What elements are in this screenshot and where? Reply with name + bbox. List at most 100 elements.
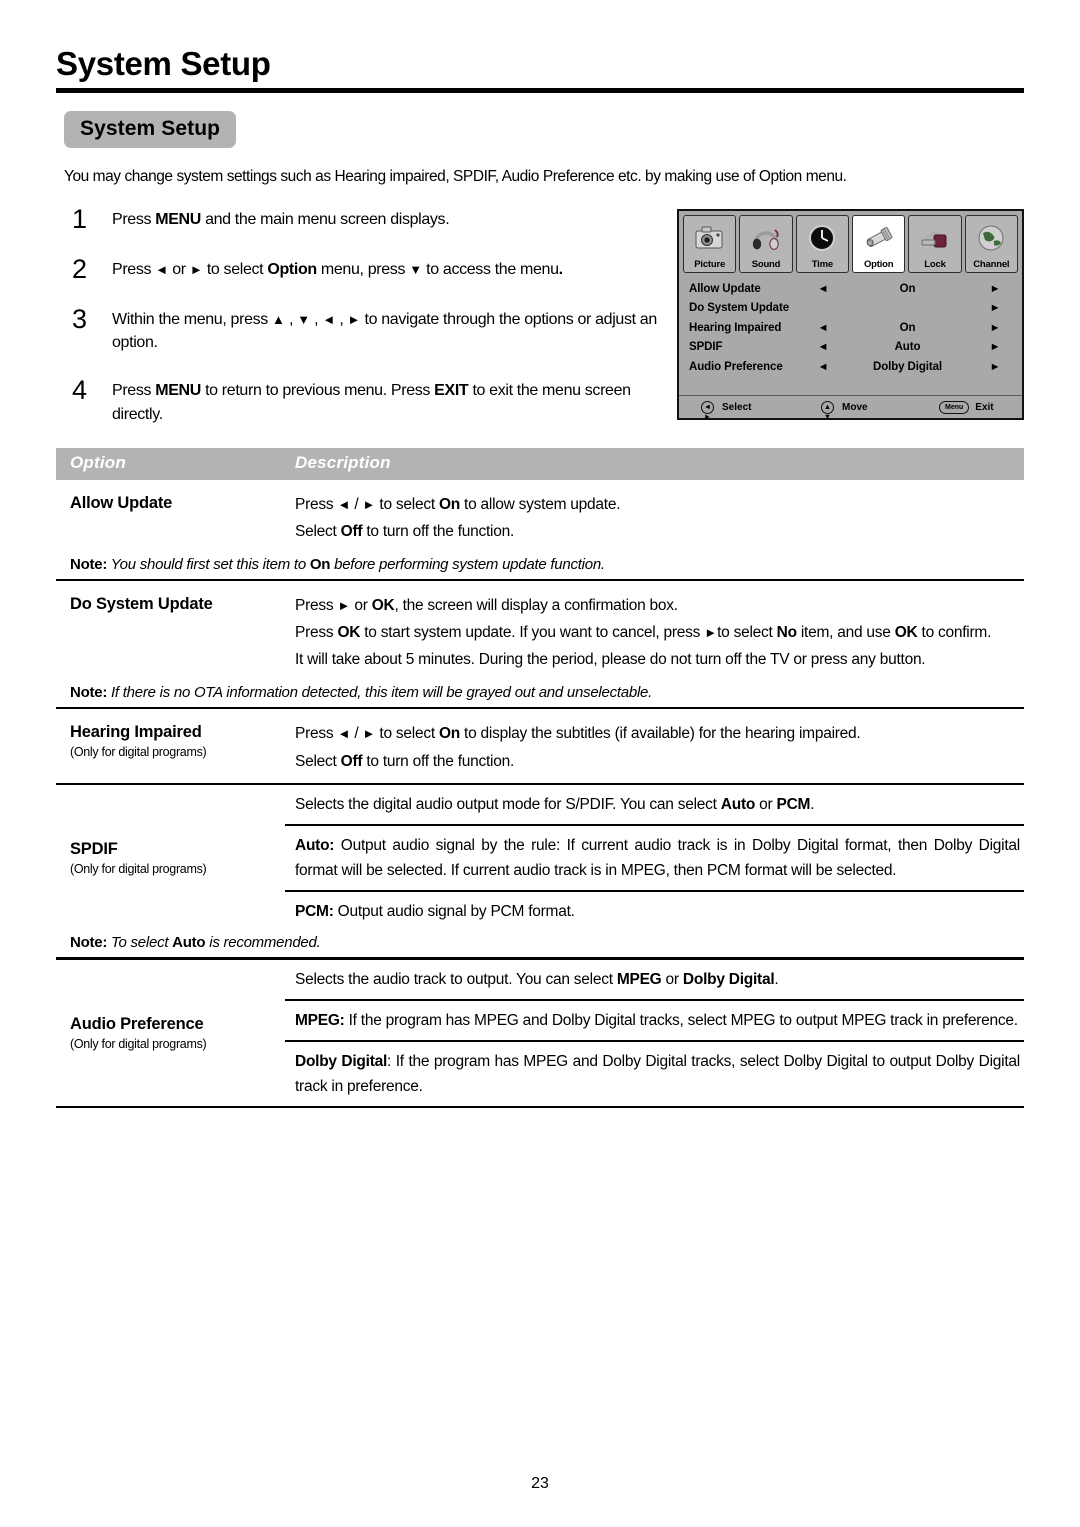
- page-number: 23: [531, 1475, 549, 1492]
- description-subrow: Selects the audio track to output. You c…: [285, 960, 1024, 1000]
- option-name: Hearing Impaired: [70, 723, 202, 742]
- page-title: System Setup: [56, 45, 271, 82]
- left-arrow-icon[interactable]: ◄: [809, 322, 837, 334]
- osd-tab-time[interactable]: Time: [795, 215, 849, 274]
- osd-footer-bar: ◄ ► Select ▲ ▼ Move Menu Exit: [679, 395, 1022, 421]
- description-subtable: Selects the digital audio output mode fo…: [285, 785, 1024, 932]
- left-arrow-icon[interactable]: ◄: [809, 283, 837, 295]
- right-arrow-icon[interactable]: ►: [978, 361, 1012, 373]
- description-line: Press ► or OK, the screen will display a…: [295, 597, 678, 615]
- table-note-row: Note: To select Auto is recommended.: [56, 931, 1024, 957]
- steps-and-osd: 1 Press MENU and the main menu screen di…: [56, 205, 1024, 426]
- row-divider: [56, 1105, 1024, 1109]
- steps-list: 1 Press MENU and the main menu screen di…: [56, 205, 672, 426]
- description-cell: Press ◄ / ► to select On to allow system…: [285, 480, 1024, 553]
- table-row: Do System Update Press ► or OK, the scre…: [56, 580, 1024, 681]
- osd-row-hearing-impaired[interactable]: Hearing Impaired ◄ On ►: [689, 318, 1012, 338]
- description-line: Selects the audio track to output. You c…: [295, 971, 779, 989]
- intro-paragraph: You may change system settings such as H…: [64, 167, 847, 185]
- description-subrow: PCM: Output audio signal by PCM format.: [285, 889, 1024, 932]
- section-heading-chip: System Setup: [64, 110, 237, 148]
- step-number: 2: [72, 254, 88, 285]
- step-item: 2 Press ◄ or ► to select Option menu, pr…: [72, 255, 672, 283]
- description-subrow: Dolby Digital: If the program has MPEG a…: [285, 1040, 1024, 1107]
- osd-footer-select-label: Select: [722, 401, 752, 413]
- description-cell: Press ◄ / ► to select On to display the …: [285, 708, 1024, 782]
- step-item: 1 Press MENU and the main menu screen di…: [72, 205, 672, 233]
- description-line: Dolby Digital: If the program has MPEG a…: [285, 1040, 1024, 1107]
- manual-page: System Setup System Setup You may change…: [0, 0, 1080, 1527]
- option-name: SPDIF: [70, 839, 118, 858]
- osd-footer-select: ◄ ► Select: [701, 400, 821, 421]
- note-text: Note: If there is no OTA information det…: [70, 684, 653, 702]
- step-text: Within the menu, press ▲ , ▼ , ◄ , ► to …: [112, 311, 657, 352]
- step-item: 4 Press MENU to return to previous menu.…: [72, 376, 672, 425]
- description-line: Auto: Output audio signal by the rule: I…: [285, 823, 1024, 891]
- osd-tab-lock[interactable]: Lock: [908, 215, 962, 274]
- right-arrow-icon[interactable]: ►: [978, 322, 1012, 334]
- osd-tab-option[interactable]: Option: [851, 215, 906, 274]
- osd-row-allow-update[interactable]: Allow Update ◄ On ►: [689, 279, 1012, 299]
- option-name: Audio Preference: [70, 1015, 204, 1034]
- description-line: PCM: Output audio signal by PCM format.: [285, 889, 1024, 932]
- description-cell: Selects the audio track to output. You c…: [285, 959, 1024, 1107]
- option-cell: SPDIF (Only for digital programs): [56, 784, 285, 931]
- osd-tab-label: Lock: [924, 258, 946, 270]
- tools-icon: [853, 216, 904, 260]
- step-text: Press ◄ or ► to select Option menu, pres…: [112, 261, 563, 279]
- menu-key-icon: Menu: [939, 400, 970, 414]
- osd-tab-channel[interactable]: Channel: [964, 215, 1018, 274]
- section-chip-wrap: System Setup: [56, 110, 1024, 148]
- table-note-row: Note: You should first set this item to …: [56, 553, 1024, 579]
- description-line: Press ◄ / ► to select On to allow system…: [295, 495, 621, 513]
- osd-row-value: On: [899, 282, 916, 295]
- description-cell: Press ► or OK, the screen will display a…: [285, 580, 1024, 681]
- description-line: Select Off to turn off the function.: [295, 522, 515, 540]
- headphones-icon: [740, 216, 791, 260]
- osd-row-label: Hearing Impaired: [689, 321, 782, 334]
- page-header: System Setup: [56, 0, 1024, 93]
- option-cell: Allow Update: [56, 480, 285, 553]
- column-header-option: Option: [70, 452, 126, 472]
- globe-icon: [966, 216, 1017, 260]
- column-header-description: Description: [295, 452, 391, 472]
- osd-footer-exit: Menu Exit: [939, 400, 994, 414]
- clock-icon: [797, 216, 848, 260]
- description-line: It will take about 5 minutes. During the…: [295, 651, 926, 669]
- option-cell: Do System Update: [56, 580, 285, 681]
- left-arrow-icon[interactable]: ◄: [809, 361, 837, 373]
- options-table-wrap: Option Description Allow Update Press ◄ …: [56, 447, 1024, 1109]
- table-row: SPDIF (Only for digital programs) Select…: [56, 784, 1024, 932]
- osd-row-label: SPDIF: [689, 341, 723, 354]
- option-subnote: (Only for digital programs): [70, 745, 207, 760]
- osd-footer-exit-label: Exit: [975, 401, 994, 413]
- header-divider: [56, 87, 1024, 93]
- osd-row-label: Allow Update: [689, 282, 761, 295]
- option-name: Do System Update: [70, 595, 213, 614]
- up-down-keys-icon: ▲ ▼: [821, 400, 834, 421]
- osd-row-value: On: [899, 321, 916, 334]
- option-cell: Hearing Impaired (Only for digital progr…: [56, 708, 285, 782]
- osd-tab-label: Picture: [694, 258, 726, 270]
- right-arrow-icon[interactable]: ►: [978, 341, 1012, 353]
- osd-footer-move-label: Move: [842, 401, 868, 413]
- right-arrow-icon[interactable]: ►: [978, 302, 1012, 314]
- option-name: Allow Update: [70, 493, 173, 512]
- note-text: Note: To select Auto is recommended.: [70, 934, 321, 952]
- right-arrow-icon[interactable]: ►: [978, 283, 1012, 295]
- description-line: Press ◄ / ► to select On to display the …: [295, 725, 861, 743]
- osd-row-audio-preference[interactable]: Audio Preference ◄ Dolby Digital ►: [689, 357, 1012, 377]
- left-arrow-icon[interactable]: ◄: [809, 341, 837, 353]
- option-subnote: (Only for digital programs): [70, 1036, 207, 1051]
- osd-row-spdif[interactable]: SPDIF ◄ Auto ►: [689, 338, 1012, 358]
- step-text: Press MENU and the main menu screen disp…: [112, 211, 450, 229]
- osd-tab-sound[interactable]: Sound: [739, 215, 793, 274]
- description-cell: Selects the digital audio output mode fo…: [285, 784, 1024, 932]
- step-text: Press MENU to return to previous menu. P…: [112, 382, 631, 423]
- step-number: 3: [72, 304, 88, 335]
- table-header-row: Option Description: [56, 447, 1024, 480]
- options-table: Option Description Allow Update Press ◄ …: [56, 447, 1024, 1109]
- osd-tab-label: Option: [863, 258, 894, 270]
- osd-tab-picture[interactable]: Picture: [683, 215, 737, 274]
- osd-row-do-system-update[interactable]: Do System Update ►: [689, 299, 1012, 319]
